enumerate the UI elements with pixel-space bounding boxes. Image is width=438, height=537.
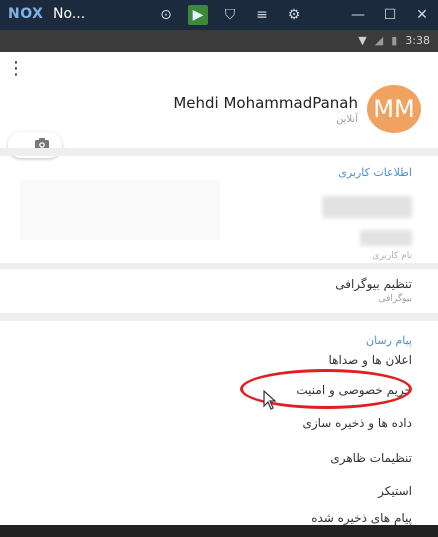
profile-header: ⋮ Mehdi MohammadPanah آنلاین MM <box>0 52 438 136</box>
more-options-icon[interactable]: ⋮ <box>7 58 25 80</box>
menu-icon[interactable]: ≡ <box>252 5 272 25</box>
blurred-phone <box>322 196 412 218</box>
shirt-icon[interactable]: ⛉ <box>220 5 240 25</box>
record-icon[interactable]: ⊙ <box>156 5 176 25</box>
minimize-button[interactable]: — <box>348 5 368 25</box>
user-info-header: اطلاعات کاربری <box>338 166 412 179</box>
section-divider <box>0 148 438 156</box>
settings-item-label: داده ها و ذخیره سازی <box>302 416 412 430</box>
settings-item-data-storage[interactable]: داده ها و ذخیره سازی <box>0 411 438 437</box>
bio-title: تنظیم بیوگرافی <box>335 277 412 291</box>
settings-item-appearance[interactable]: تنظیمات ظاهری <box>0 446 438 472</box>
battery-icon: ▮ <box>391 34 398 47</box>
bio-row[interactable]: تنظیم بیوگرافی بیوگرافی <box>0 269 438 313</box>
bio-sub: بیوگرافی <box>378 294 412 304</box>
settings-item-label: استیکر <box>378 484 412 498</box>
play-store-icon[interactable]: ▶ <box>188 5 208 25</box>
profile-name: Mehdi MohammadPanah <box>173 94 358 112</box>
signal-icon: ◢ <box>374 34 384 47</box>
section-divider <box>0 313 438 321</box>
emulator-title-bar: NOX No... ⊙ ▶ ⛉ ≡ ⚙ — ☐ ✕ <box>0 0 438 30</box>
avatar[interactable]: MM <box>367 85 421 133</box>
status-bar: ▼ ◢ ▮ 3:38 <box>0 30 438 52</box>
close-button[interactable]: ✕ <box>412 5 432 25</box>
mouse-cursor-icon <box>263 390 277 410</box>
wifi-icon: ▼ <box>358 34 367 47</box>
settings-item-label: تنظیمات ظاهری <box>330 451 412 465</box>
navigation-bar <box>0 525 438 537</box>
blurred-username <box>360 230 412 246</box>
messenger-header: پیام رسان <box>366 334 412 347</box>
window-title: No... <box>53 6 86 22</box>
settings-item-stickers[interactable]: استیکر <box>0 479 438 505</box>
screen: NOX No... ⊙ ▶ ⛉ ≡ ⚙ — ☐ ✕ ▼ ◢ ▮ 3:38 ⋮ M… <box>0 0 438 537</box>
settings-item-label: اعلان ها و صداها <box>328 353 413 367</box>
blurred-region <box>20 180 220 240</box>
nox-logo: NOX <box>8 6 44 22</box>
settings-item-notifications[interactable]: اعلان ها و صداها <box>0 348 438 374</box>
username-hint: نام کاربری <box>372 251 412 261</box>
settings-item-label: پیام های ذخیره شده <box>311 511 412 525</box>
settings-item-saved-messages[interactable]: پیام های ذخیره شده <box>0 506 438 526</box>
settings-icon[interactable]: ⚙ <box>284 5 304 25</box>
profile-status: آنلاین <box>336 114 358 125</box>
maximize-button[interactable]: ☐ <box>380 5 400 25</box>
clock: 3:38 <box>405 34 430 47</box>
